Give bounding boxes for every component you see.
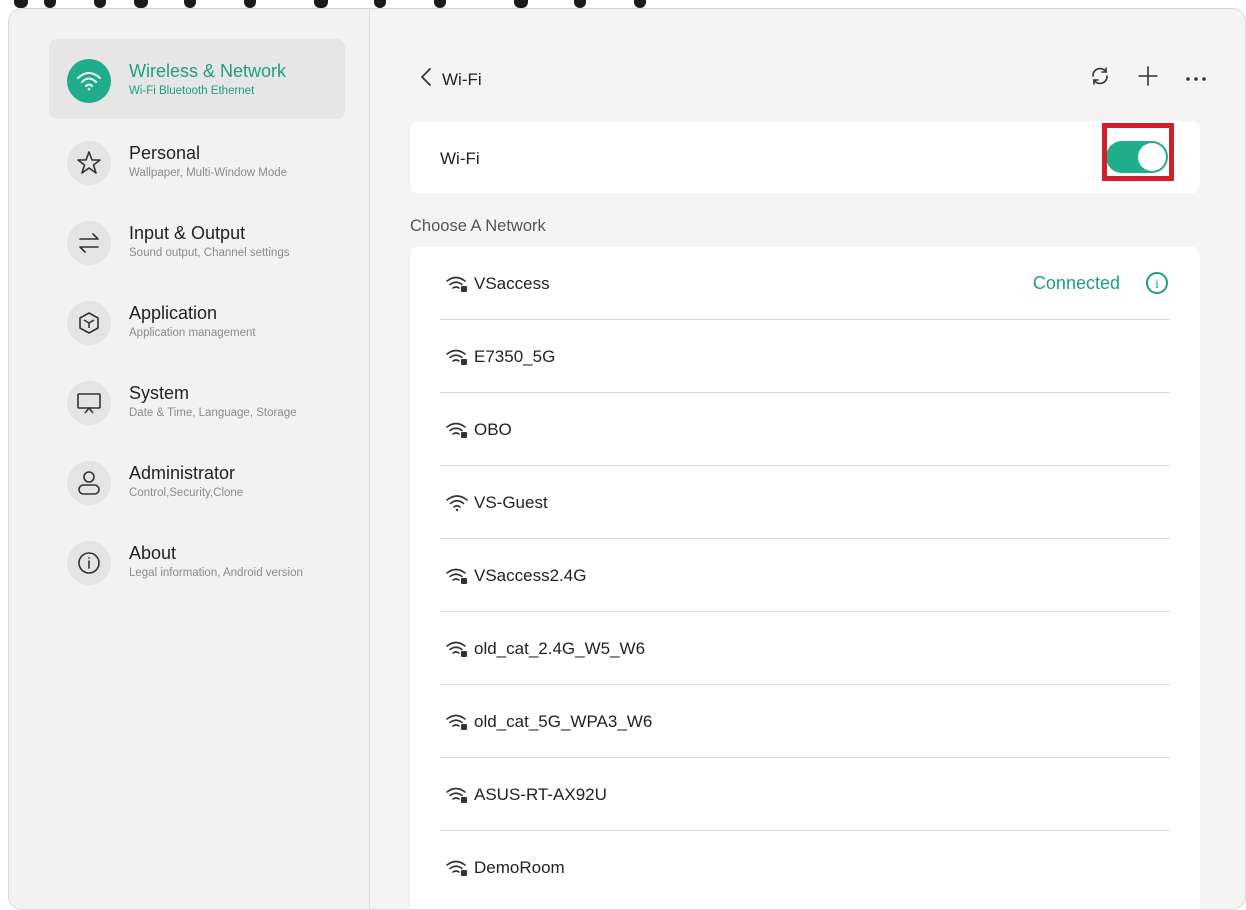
sidebar-item-personal[interactable]: Personal Wallpaper, Multi-Window Mode: [49, 121, 345, 201]
user-icon: [67, 461, 111, 505]
refresh-button[interactable]: [1087, 65, 1113, 91]
sidebar-item-subtitle: Application management: [129, 327, 256, 339]
sidebar-item-application[interactable]: Application Application management: [49, 281, 345, 361]
wifi-icon: [67, 59, 111, 103]
info-icon: [67, 541, 111, 585]
section-label: Choose A Network: [410, 217, 546, 235]
wifi-locked-icon: [446, 421, 468, 439]
network-row[interactable]: old_cat_2.4G_W5_W6: [440, 612, 1170, 685]
info-icon: i: [1155, 275, 1159, 291]
back-button[interactable]: Wi-Fi: [420, 67, 482, 92]
sidebar-item-title: Application: [129, 303, 218, 323]
wifi-locked-icon: [446, 713, 468, 731]
star-icon: [67, 141, 111, 185]
network-name: VSaccess2.4G: [474, 566, 587, 585]
network-name: old_cat_5G_WPA3_W6: [474, 712, 653, 731]
sidebar-item-title: Input & Output: [129, 223, 246, 243]
network-row[interactable]: VSaccess Connected i: [440, 247, 1170, 320]
more-options-button[interactable]: [1183, 65, 1209, 91]
wifi-locked-icon: [446, 859, 468, 877]
sidebar-item-input-output[interactable]: Input & Output Sound output, Channel set…: [49, 201, 345, 281]
network-name: VSaccess: [474, 274, 550, 293]
plus-icon: [1137, 65, 1159, 92]
sidebar-item-title: Personal: [129, 143, 201, 163]
sidebar-item-system[interactable]: System Date & Time, Language, Storage: [49, 361, 345, 441]
network-name: VS-Guest: [474, 493, 548, 512]
network-name: old_cat_2.4G_W5_W6: [474, 639, 646, 658]
network-row[interactable]: ASUS-RT-AX92U: [440, 758, 1170, 831]
network-name: OBO: [474, 420, 512, 439]
add-network-button[interactable]: [1135, 65, 1161, 91]
sidebar-item-subtitle: Control,Security,Clone: [129, 487, 244, 499]
network-row[interactable]: old_cat_5G_WPA3_W6: [440, 685, 1170, 758]
settings-window: Wireless & Network Wi-Fi Bluetooth Ether…: [8, 8, 1246, 910]
swap-arrows-icon: [67, 221, 111, 265]
wifi-toggle-card: Wi-Fi: [410, 121, 1200, 193]
network-row[interactable]: VSaccess2.4G: [440, 539, 1170, 612]
page-title: Wi-Fi: [442, 69, 482, 89]
network-status: Connected: [1032, 273, 1120, 293]
wifi-locked-icon: [446, 640, 468, 658]
sidebar-item-title: About: [129, 543, 177, 563]
wifi-icon: [446, 494, 468, 512]
sidebar-item-title: System: [129, 383, 190, 403]
cube-icon: [67, 301, 111, 345]
wifi-toggle-label: Wi-Fi: [440, 149, 480, 168]
header-actions: [1087, 65, 1209, 91]
network-name: DemoRoom: [474, 858, 565, 877]
cropped-heading-fragment: [0, 0, 1246, 8]
sidebar-item-administrator[interactable]: Administrator Control,Security,Clone: [49, 441, 345, 521]
network-list: VSaccess Connected i E7350_5G OBO VS-Gue…: [410, 247, 1200, 909]
toggle-highlight-box: [1102, 123, 1174, 181]
network-row[interactable]: OBO: [440, 393, 1170, 466]
sidebar-item-wireless-network[interactable]: Wireless & Network Wi-Fi Bluetooth Ether…: [49, 39, 345, 119]
sidebar-item-title: Wireless & Network: [129, 61, 287, 81]
wifi-locked-icon: [446, 786, 468, 804]
sidebar-item-subtitle: Sound output, Channel settings: [129, 247, 290, 259]
sidebar-item-title: Administrator: [129, 463, 236, 483]
network-name: E7350_5G: [474, 347, 556, 366]
network-row[interactable]: VS-Guest: [440, 466, 1170, 539]
network-name: ASUS-RT-AX92U: [474, 785, 607, 804]
wifi-locked-icon: [446, 275, 468, 293]
sidebar-item-subtitle: Legal information, Android version: [129, 567, 303, 579]
network-row[interactable]: DemoRoom: [440, 831, 1170, 904]
chevron-left-icon: [420, 67, 432, 92]
wifi-locked-icon: [446, 567, 468, 585]
sidebar-item-about[interactable]: About Legal information, Android version: [49, 521, 345, 601]
sidebar-item-subtitle: Date & Time, Language, Storage: [129, 407, 297, 419]
refresh-icon: [1089, 65, 1111, 92]
display-icon: [67, 381, 111, 425]
sidebar-item-subtitle: Wallpaper, Multi-Window Mode: [129, 167, 288, 179]
main-panel: Wi-Fi Wi-Fi Choose A Network VSaccess Co…: [370, 9, 1245, 909]
sidebar-item-subtitle: Wi-Fi Bluetooth Ethernet: [129, 85, 255, 97]
wifi-locked-icon: [446, 348, 468, 366]
network-info-button[interactable]: i: [1146, 272, 1168, 294]
network-row[interactable]: E7350_5G: [440, 320, 1170, 393]
more-icon: [1185, 69, 1207, 87]
sidebar: Wireless & Network Wi-Fi Bluetooth Ether…: [9, 9, 370, 909]
